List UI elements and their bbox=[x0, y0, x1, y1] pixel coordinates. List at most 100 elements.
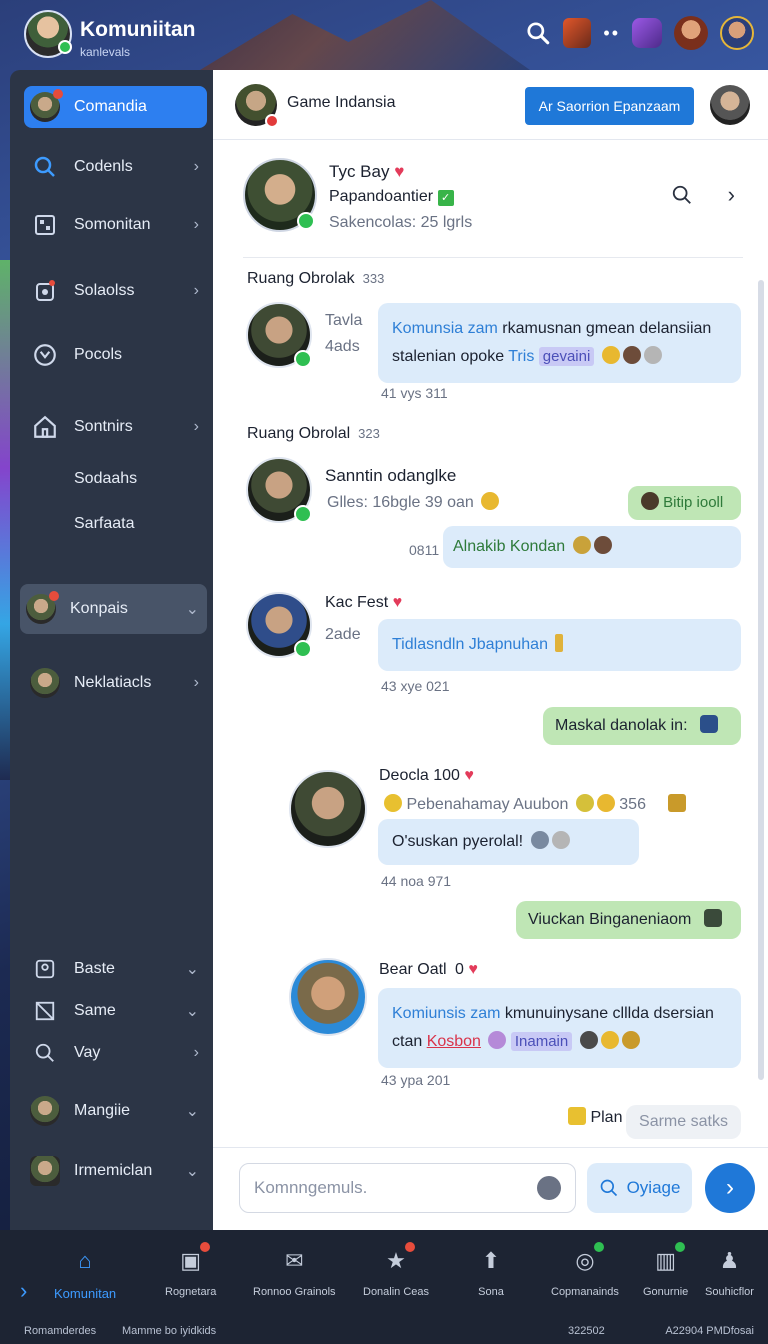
sidebar-item-label: Vay bbox=[74, 1044, 101, 1061]
sender-avatar[interactable] bbox=[289, 770, 367, 848]
sender-tag-2: 4ads bbox=[325, 338, 360, 355]
message-bubble[interactable]: Komunsia zam rkamusnan gmean delansiian … bbox=[378, 303, 741, 383]
message-time: 0811 bbox=[409, 542, 440, 558]
search-send-button[interactable]: Oyiage bbox=[587, 1163, 692, 1213]
status-right-1: 322502 bbox=[568, 1325, 605, 1337]
community-avatar-icon bbox=[30, 89, 63, 122]
nav-rognetara[interactable]: ▣ Rognetara bbox=[165, 1242, 216, 1298]
sidebar-subitem-sodaahs[interactable]: Sodaahs bbox=[74, 470, 137, 488]
nav-gonurnie[interactable]: ▥ Gonurnie bbox=[643, 1242, 688, 1298]
nav-ronnoo-grainols[interactable]: ✉ Ronnoo Grainols bbox=[253, 1246, 336, 1298]
device-icon bbox=[30, 276, 60, 306]
message-input[interactable]: Komnngemuls. bbox=[239, 1163, 576, 1213]
chevron-down-icon: ⌄ bbox=[185, 1163, 199, 1180]
message-bubble[interactable]: Tidlasndln Jbapnuhan bbox=[378, 619, 741, 671]
chevron-right-icon[interactable]: › bbox=[20, 1278, 27, 1304]
chevron-down-icon: ⌄ bbox=[185, 1103, 199, 1120]
sidebar-item-neklatiacls[interactable]: Neklatiacls › bbox=[24, 662, 207, 704]
user-icon bbox=[30, 954, 60, 984]
group-avatar[interactable] bbox=[235, 84, 279, 128]
section-header: Ruang Obrolal 323 bbox=[247, 425, 380, 442]
search-icon bbox=[30, 1038, 60, 1068]
sidebar-item-mangiie[interactable]: Mangiie ⌄ bbox=[24, 1090, 207, 1132]
grin-emoji-icon bbox=[596, 794, 615, 812]
pin-icon: ⬆ bbox=[481, 1248, 501, 1273]
rock-emoji-icon bbox=[643, 346, 662, 364]
sidebar-item-irmemiclan[interactable]: Irmemiclan ⌄ bbox=[24, 1150, 207, 1192]
send-button[interactable]: › bbox=[705, 1163, 755, 1213]
scrollbar[interactable] bbox=[758, 280, 764, 1080]
message-bubble[interactable]: O'suskan pyerolal! bbox=[378, 819, 639, 865]
sidebar-item-solaolss[interactable]: Solaolss › bbox=[24, 270, 207, 312]
sidebar-item-baste[interactable]: Baste ⌄ bbox=[24, 948, 207, 990]
user-avatar[interactable] bbox=[24, 10, 72, 58]
clock-icon bbox=[30, 340, 60, 370]
chevron-right-icon[interactable]: › bbox=[728, 182, 735, 208]
image-icon bbox=[30, 996, 60, 1026]
nav-copmanainds[interactable]: ◎ Copmanainds bbox=[551, 1242, 619, 1298]
mail-icon: ✉ bbox=[285, 1248, 304, 1273]
nav-donalin-ceas[interactable]: ★ Donalin Ceas bbox=[363, 1242, 429, 1298]
my-reply-bubble[interactable]: Maskal danolak in: bbox=[543, 707, 741, 745]
chevron-right-icon: › bbox=[193, 158, 199, 175]
game-badge-icon[interactable] bbox=[563, 18, 592, 48]
nav-komunitan[interactable]: ⌂ Komunitan bbox=[54, 1246, 116, 1301]
sidebar-item-pocols[interactable]: Pocols bbox=[24, 334, 207, 376]
profile-avatar[interactable] bbox=[243, 158, 317, 232]
sender-name: Bear Oatl 0 ♥ bbox=[379, 961, 478, 978]
header-user-avatar[interactable] bbox=[710, 85, 750, 125]
gem-emoji-icon bbox=[621, 1031, 640, 1049]
reaction-chip[interactable]: Bitip iooll bbox=[628, 486, 741, 520]
chevron-right-icon: › bbox=[193, 1044, 199, 1061]
sidebar-item-konpais[interactable]: Konpais ⌄ bbox=[20, 584, 207, 634]
header-action-button[interactable]: Ar Saorrion Epanzaam bbox=[525, 87, 694, 125]
group-avatar-icon bbox=[26, 591, 59, 624]
nav-sona[interactable]: ⬆ Sona bbox=[476, 1246, 506, 1298]
sidebar-item-label: Sontnirs bbox=[74, 418, 133, 435]
shield-emblem-icon[interactable] bbox=[632, 18, 662, 48]
crystal-emoji-icon bbox=[488, 1031, 507, 1049]
top-bar: Komuniitan kanlevals •• bbox=[0, 0, 768, 70]
message-time: 43 ypa 201 bbox=[381, 1072, 451, 1088]
sidebar-item-label: Somonitan bbox=[74, 216, 151, 233]
friend-avatar-icon[interactable] bbox=[674, 16, 708, 50]
sidebar-subitem-sarfaata[interactable]: Sarfaata bbox=[74, 515, 134, 533]
grid-icon bbox=[30, 210, 60, 240]
sidebar-item-label: Same bbox=[74, 1002, 116, 1019]
profile-avatar-icon[interactable] bbox=[720, 16, 754, 50]
sender-meta: Glles: 16bgle 39 oan bbox=[327, 492, 500, 512]
sender-avatar[interactable] bbox=[246, 457, 312, 523]
sidebar-item-label: Neklatiacls bbox=[74, 674, 152, 691]
sidebar-item-vay[interactable]: Vay › bbox=[24, 1032, 207, 1074]
goggles-emoji-icon bbox=[572, 536, 591, 554]
sidebar-item-sontnirs[interactable]: Sontnirs › bbox=[24, 406, 207, 448]
sender-tag: 2ade bbox=[325, 626, 361, 643]
sender-avatar[interactable] bbox=[246, 302, 312, 368]
status-right-2: A22904 PMDfosai bbox=[665, 1325, 754, 1337]
more-icon[interactable]: •• bbox=[603, 23, 620, 44]
search-icon[interactable] bbox=[525, 20, 551, 46]
message-time: 41 vys 311 bbox=[381, 385, 448, 401]
sidebar-item-codenls[interactable]: Codenls › bbox=[24, 146, 207, 188]
message-bubble[interactable]: Alnakib Kondan bbox=[443, 526, 741, 568]
emoji-icon[interactable] bbox=[537, 1176, 561, 1200]
soldier-avatar-icon bbox=[30, 668, 60, 698]
suggestion-chip[interactable]: Sarme satks bbox=[626, 1105, 741, 1139]
my-reply-bubble[interactable]: Viuckan Binganeniaom bbox=[516, 901, 741, 939]
bulb-emoji-icon bbox=[568, 1107, 586, 1125]
sidebar-item-comandia[interactable]: Comandia bbox=[24, 86, 207, 128]
composer: Komnngemuls. Oyiage › bbox=[213, 1147, 768, 1230]
sidebar-item-somonitan[interactable]: Somonitan › bbox=[24, 204, 207, 246]
status-bar: Romamderdes Mamme bo iyidkids 322502 A22… bbox=[0, 1322, 768, 1344]
search-icon[interactable] bbox=[671, 184, 693, 206]
plan-label[interactable]: Plan bbox=[565, 1107, 622, 1127]
sidebar-item-label: Pocols bbox=[74, 346, 123, 363]
member-avatar-icon bbox=[30, 1096, 60, 1126]
sender-avatar[interactable] bbox=[289, 958, 367, 1036]
sender-avatar[interactable] bbox=[246, 592, 312, 658]
message-bubble[interactable]: Komiunsis zam kmunuinysane clllda dsersi… bbox=[378, 988, 741, 1068]
stone-emoji-icon bbox=[593, 536, 612, 554]
sidebar-item-same[interactable]: Same ⌄ bbox=[24, 990, 207, 1032]
nav-souhicflor[interactable]: ♟ Souhicflor bbox=[705, 1246, 754, 1298]
sender-name: Kac Fest ♥ bbox=[325, 594, 403, 611]
